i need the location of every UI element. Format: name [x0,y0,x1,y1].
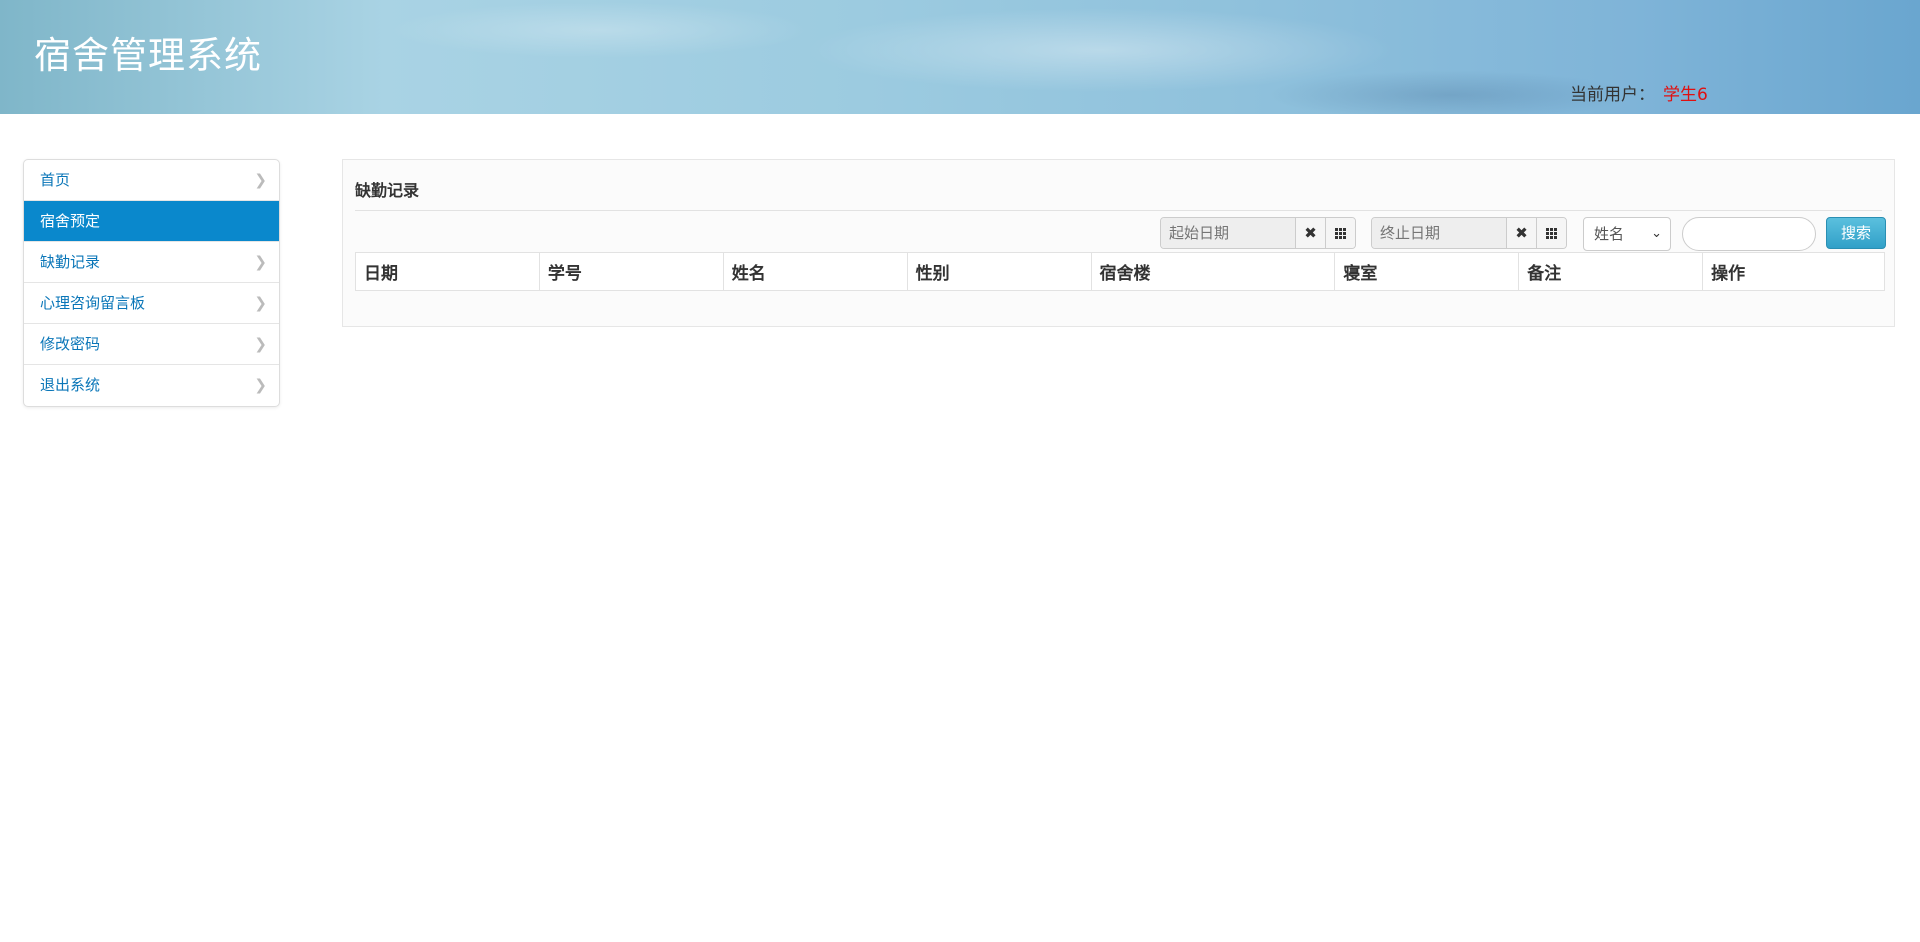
grid-icon [1546,227,1557,239]
end-date-picker-button[interactable] [1536,218,1566,248]
column-header-gender: 性别 [906,252,1092,291]
absence-table: 日期 学号 姓名 性别 宿舍楼 寝室 备注 操作 [355,252,1885,291]
chevron-right-icon: ❯ [254,294,267,312]
column-header-name: 姓名 [722,252,908,291]
sidebar-item-home[interactable]: 首页 ❯ [24,160,279,201]
start-date-group: ✖ [1160,217,1356,249]
end-date-input[interactable] [1372,218,1506,248]
chevron-right-icon: ❯ [254,335,267,353]
current-user-name: 学生6 [1663,85,1708,105]
panel-divider [355,210,1882,211]
sidebar-item-label: 心理咨询留言板 [40,294,146,312]
sidebar-item-absence-records[interactable]: 缺勤记录 ❯ [24,242,279,283]
column-header-remarks: 备注 [1518,252,1704,291]
search-toolbar: ✖ ✖ 姓名 ⌄ 搜索 [343,217,1894,251]
panel-title: 缺勤记录 [355,181,420,200]
close-icon: ✖ [1515,224,1528,242]
chevron-right-icon: ❯ [254,253,267,271]
end-date-clear-button[interactable]: ✖ [1506,218,1536,248]
column-header-room: 寝室 [1334,252,1520,291]
absence-records-panel: 缺勤记录 ✖ ✖ 姓名 ⌄ 搜索 [342,159,1895,327]
search-field-select[interactable]: 姓名 ⌄ [1583,217,1671,251]
start-date-input[interactable] [1161,218,1295,248]
sidebar-item-label: 首页 [40,171,71,189]
chevron-right-icon: ❯ [254,376,267,394]
sidebar-item-logout[interactable]: 退出系统 ❯ [24,365,279,406]
grid-icon [1335,227,1346,239]
app-title: 宿舍管理系统 [34,34,262,77]
sidebar-item-label: 退出系统 [40,376,101,394]
column-header-building: 宿舍楼 [1090,252,1336,291]
search-button[interactable]: 搜索 [1826,217,1886,249]
current-user-label: 当前用户： [1570,85,1655,105]
sidebar-item-dorm-booking[interactable]: 宿舍预定 ❯ [24,201,279,242]
end-date-group: ✖ [1371,217,1567,249]
chevron-down-icon: ⌄ [1651,226,1662,241]
column-header-student-id: 学号 [538,252,724,291]
table-header-row: 日期 学号 姓名 性别 宿舍楼 寝室 备注 操作 [355,252,1885,291]
sidebar-item-counseling-board[interactable]: 心理咨询留言板 ❯ [24,283,279,324]
column-header-date: 日期 [355,252,540,291]
search-input[interactable] [1682,217,1816,251]
current-user: 当前用户： 学生6 [1570,80,1708,105]
start-date-clear-button[interactable]: ✖ [1295,218,1325,248]
sidebar-item-label: 修改密码 [40,335,101,353]
sidebar-item-label: 缺勤记录 [40,253,101,271]
start-date-picker-button[interactable] [1325,218,1355,248]
chevron-right-icon: ❯ [254,171,267,189]
close-icon: ✖ [1304,224,1317,242]
header-banner: 宿舍管理系统 当前用户： 学生6 [0,0,1920,114]
search-field-selected: 姓名 [1594,225,1625,243]
column-header-actions: 操作 [1702,252,1885,291]
sidebar-nav: 首页 ❯ 宿舍预定 ❯ 缺勤记录 ❯ 心理咨询留言板 ❯ 修改密码 ❯ 退出系统… [23,159,280,407]
sidebar-item-label: 宿舍预定 [40,212,101,230]
sidebar-item-change-password[interactable]: 修改密码 ❯ [24,324,279,365]
